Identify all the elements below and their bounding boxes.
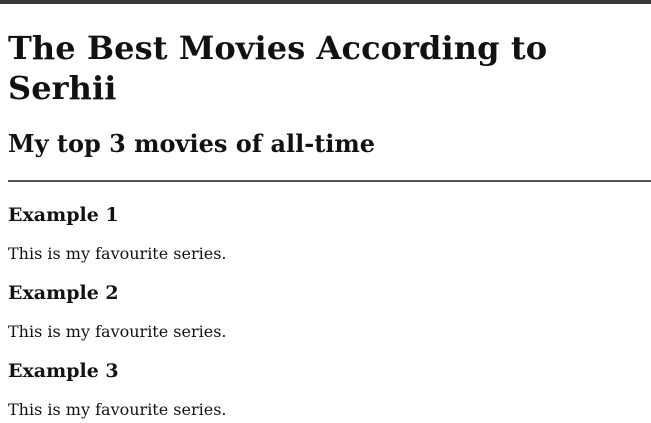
movie-title: Example 1: [8, 204, 119, 226]
page-title: The Best Movies According to Serhii: [8, 29, 548, 107]
movie-description: This is my favourite series.: [8, 322, 227, 341]
movie-title: Example 3: [8, 360, 119, 382]
page-content: The Best Movies According to Serhii My t…: [0, 28, 651, 422]
movie-description: This is my favourite series.: [8, 400, 227, 419]
movie-title: Example 2: [8, 282, 119, 304]
movie-item: Example 2 This is my favourite series.: [8, 280, 651, 344]
movie-item: Example 3 This is my favourite series.: [8, 358, 651, 422]
movie-description: This is my favourite series.: [8, 244, 227, 263]
divider: [8, 180, 651, 182]
movie-item: Example 1 This is my favourite series.: [8, 202, 651, 266]
page-subtitle: My top 3 movies of all-time: [8, 129, 376, 158]
top-border: [0, 0, 651, 4]
